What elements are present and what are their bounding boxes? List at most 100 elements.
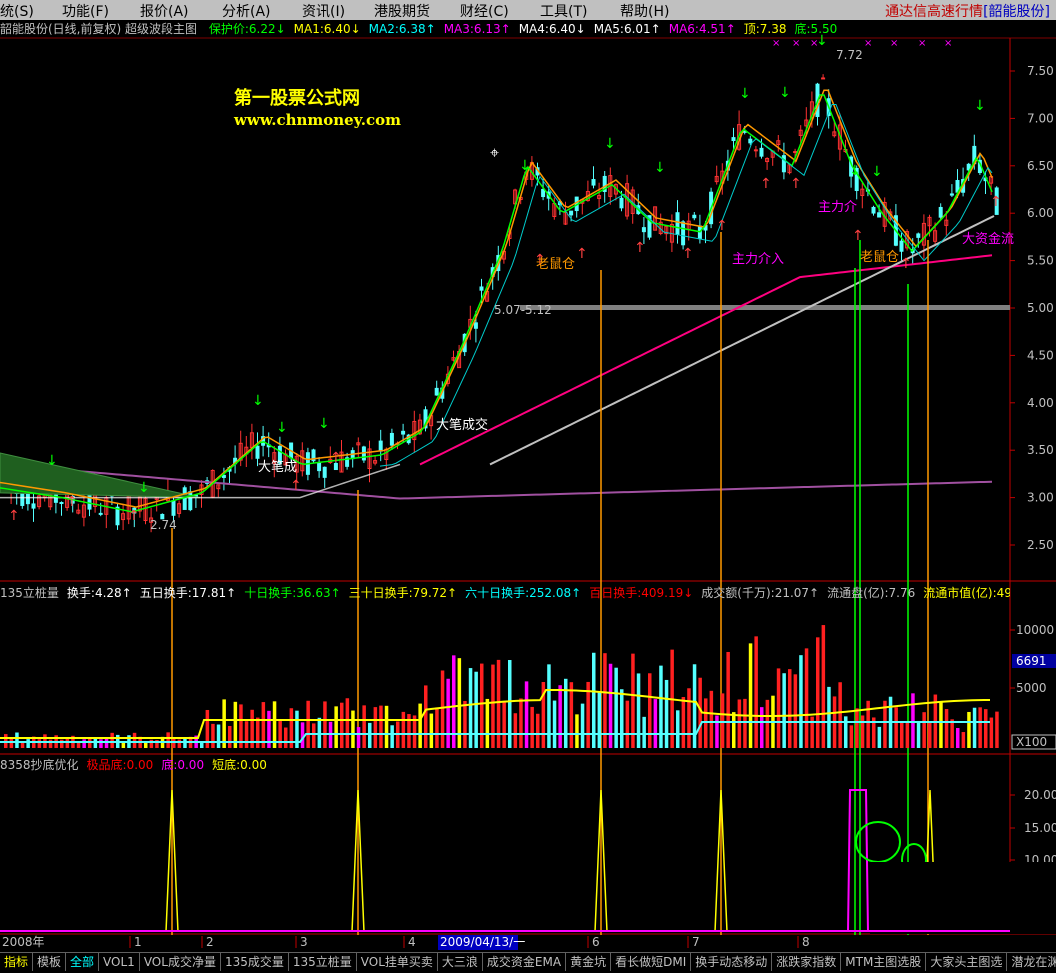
volume-bar xyxy=(625,700,630,748)
annotation-big-trade-small: 大笔成 xyxy=(258,460,298,475)
buy-arrow: ↑ xyxy=(852,228,864,244)
volume-bar xyxy=(799,655,803,748)
volume-bar xyxy=(216,724,221,748)
volume-bar xyxy=(211,723,215,748)
candle-body xyxy=(619,197,624,209)
price-tick-label: 7.50 xyxy=(1027,64,1054,78)
volume-bar xyxy=(110,732,114,748)
tab-7[interactable]: VOL挂单买卖 xyxy=(357,953,438,971)
volume-bar xyxy=(620,689,624,748)
tab-6[interactable]: 135立桩量 xyxy=(289,953,357,971)
volume-bar xyxy=(446,678,450,748)
sell-arrow: ↓ xyxy=(318,416,330,432)
bottom-right-mask xyxy=(870,862,1056,934)
candle-body xyxy=(692,214,697,219)
tab-9[interactable]: 成交资金EMA xyxy=(483,953,567,971)
volume-bar xyxy=(99,739,103,748)
volume-bar xyxy=(524,681,529,748)
candle-body xyxy=(171,500,176,516)
volume-bar xyxy=(547,664,551,748)
ma-cyan xyxy=(379,103,993,467)
volume-bar xyxy=(429,713,434,748)
candle-body xyxy=(59,502,64,505)
tab-13[interactable]: 涨跌家指数 xyxy=(772,953,842,971)
tab-10[interactable]: 黄金坑 xyxy=(566,953,612,971)
volume-bar xyxy=(827,686,831,748)
buy-arrow: ↑ xyxy=(790,176,802,192)
top-marker: × xyxy=(810,38,818,49)
ma-green-band xyxy=(0,452,201,499)
time-axis-month: 7 xyxy=(692,935,700,949)
tab-4[interactable]: VOL成交净量 xyxy=(140,953,221,971)
volume-header-item-7: 成交额(千万):21.07↑ xyxy=(701,586,820,600)
candle-body xyxy=(389,432,394,446)
volume-bar xyxy=(704,698,708,748)
volume-bar xyxy=(368,722,372,748)
volume-header-item-5: 六十日换手:252.08↑ xyxy=(465,586,582,600)
volume-bar xyxy=(681,696,686,748)
volume-bar xyxy=(642,716,646,748)
price-tick-label: 3.00 xyxy=(1027,491,1054,505)
volume-bar xyxy=(228,725,232,748)
volume-bar xyxy=(401,711,406,748)
tab-15[interactable]: 大家头主图选 xyxy=(926,953,1008,971)
candle-body xyxy=(473,322,478,329)
tab-12[interactable]: 换手动态移动 xyxy=(691,953,773,971)
candle-body xyxy=(98,512,103,515)
tab-0[interactable]: 指标 xyxy=(0,953,34,971)
time-axis-month: 2 xyxy=(206,935,214,949)
volume-bar xyxy=(877,726,882,748)
volume-bar xyxy=(732,712,736,748)
tab-5[interactable]: 135成交量 xyxy=(221,953,289,971)
tab-1[interactable]: 模板 xyxy=(33,953,67,971)
buy-arrow: ↑ xyxy=(290,478,302,494)
volume-bar xyxy=(345,698,350,748)
volume-bar xyxy=(944,709,949,748)
buy-arrow: ↑ xyxy=(128,508,140,524)
volume-bar xyxy=(424,685,428,748)
volume-bar xyxy=(866,700,870,748)
buy-arrow: ↑ xyxy=(900,256,912,272)
volume-bar xyxy=(334,706,338,748)
tab-11[interactable]: 看长做短DMI xyxy=(611,953,692,971)
volume-bar xyxy=(362,705,366,748)
candle-body xyxy=(31,503,36,509)
annotation-big-trade: 大笔成交 xyxy=(436,418,489,433)
volume-bar xyxy=(894,707,898,748)
tab-16[interactable]: 潜龙在渊选股 xyxy=(1007,953,1056,971)
volume-header-item-0: 135立桩量 xyxy=(0,586,59,600)
volume-bar xyxy=(569,682,574,748)
candle-body xyxy=(871,206,876,214)
price-tick-label: 2.50 xyxy=(1027,538,1054,552)
watermark-url: www.chnmoney.com xyxy=(234,111,401,129)
tab-3[interactable]: VOL1 xyxy=(99,953,140,971)
stock-chart-canvas[interactable]: 7.50 7.00 6.50 6.00 5.50 5.00 4.50 4.00 3.50 3.00… xyxy=(0,0,1056,972)
annotation-main-force-2: 主力介 xyxy=(818,200,858,215)
volume-header-item-8: 流通盘(亿):7.76 xyxy=(827,586,916,600)
volume-bar xyxy=(418,703,422,748)
tab-14[interactable]: MTM主图选股 xyxy=(841,953,927,971)
ma-pink xyxy=(419,254,993,466)
top-marker: × xyxy=(792,38,800,49)
volume-bar xyxy=(972,707,977,748)
volume-bar xyxy=(905,722,910,748)
candle-body xyxy=(641,227,646,233)
bottom-spike-magenta xyxy=(847,789,869,933)
volume-bar xyxy=(37,739,42,748)
candle-body xyxy=(675,212,680,235)
volume-bar xyxy=(575,714,579,748)
volume-bar xyxy=(340,702,344,748)
candle-body xyxy=(759,147,764,157)
volume-bar xyxy=(743,698,747,748)
volume-bar xyxy=(709,690,714,748)
volume-bar xyxy=(558,685,562,748)
tab-2[interactable]: 全部 xyxy=(66,953,100,971)
volume-unit: X100 xyxy=(1016,735,1047,749)
volume-bar xyxy=(536,713,540,748)
time-axis-month: 3 xyxy=(300,935,308,949)
sell-arrow: ↓ xyxy=(739,86,751,102)
volume-bar xyxy=(754,636,758,748)
tab-8[interactable]: 大三浪 xyxy=(438,953,483,971)
candle-body xyxy=(731,137,736,142)
price-tick-label: 6.50 xyxy=(1027,159,1054,173)
